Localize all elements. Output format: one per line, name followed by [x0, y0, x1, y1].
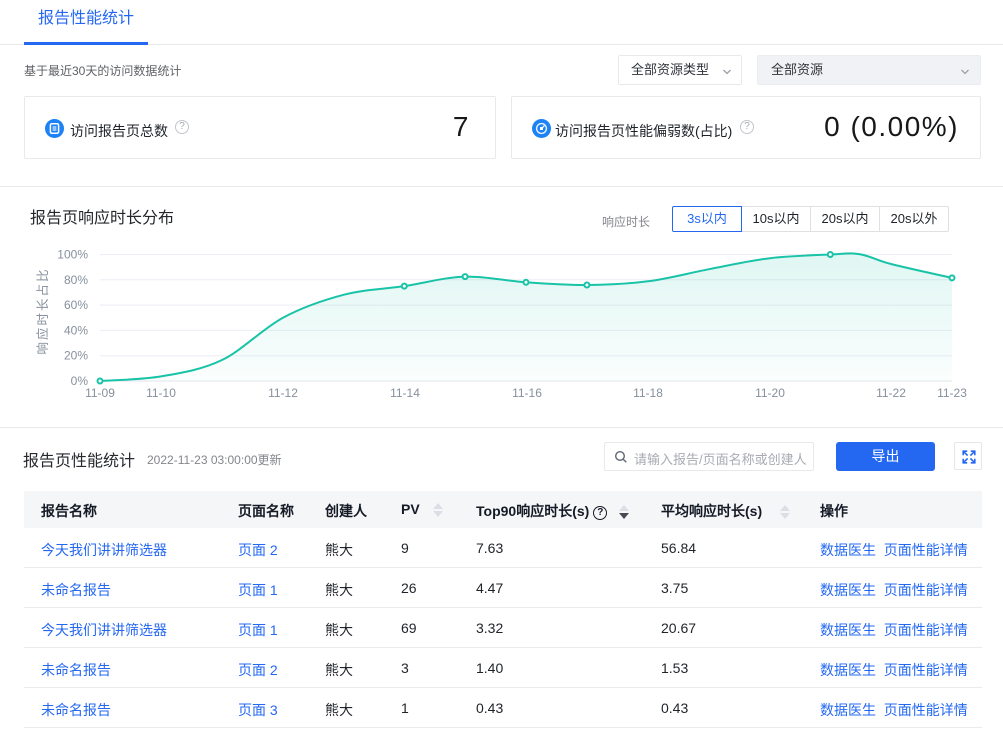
svg-text:11-23: 11-23 — [937, 386, 967, 400]
svg-text:80%: 80% — [64, 273, 88, 287]
svg-text:20%: 20% — [64, 349, 88, 363]
svg-text:60%: 60% — [64, 298, 88, 312]
svg-text:11-10: 11-10 — [146, 386, 176, 400]
svg-text:11-22: 11-22 — [876, 386, 906, 400]
svg-text:11-18: 11-18 — [633, 386, 663, 400]
svg-text:100%: 100% — [57, 248, 88, 262]
svg-text:11-12: 11-12 — [268, 386, 298, 400]
svg-text:11-14: 11-14 — [390, 386, 420, 400]
svg-text:11-09: 11-09 — [85, 386, 115, 400]
svg-text:11-20: 11-20 — [755, 386, 785, 400]
svg-text:11-16: 11-16 — [512, 386, 542, 400]
svg-text:响应时长占比: 响应时长占比 — [35, 267, 50, 354]
svg-text:40%: 40% — [64, 323, 88, 337]
